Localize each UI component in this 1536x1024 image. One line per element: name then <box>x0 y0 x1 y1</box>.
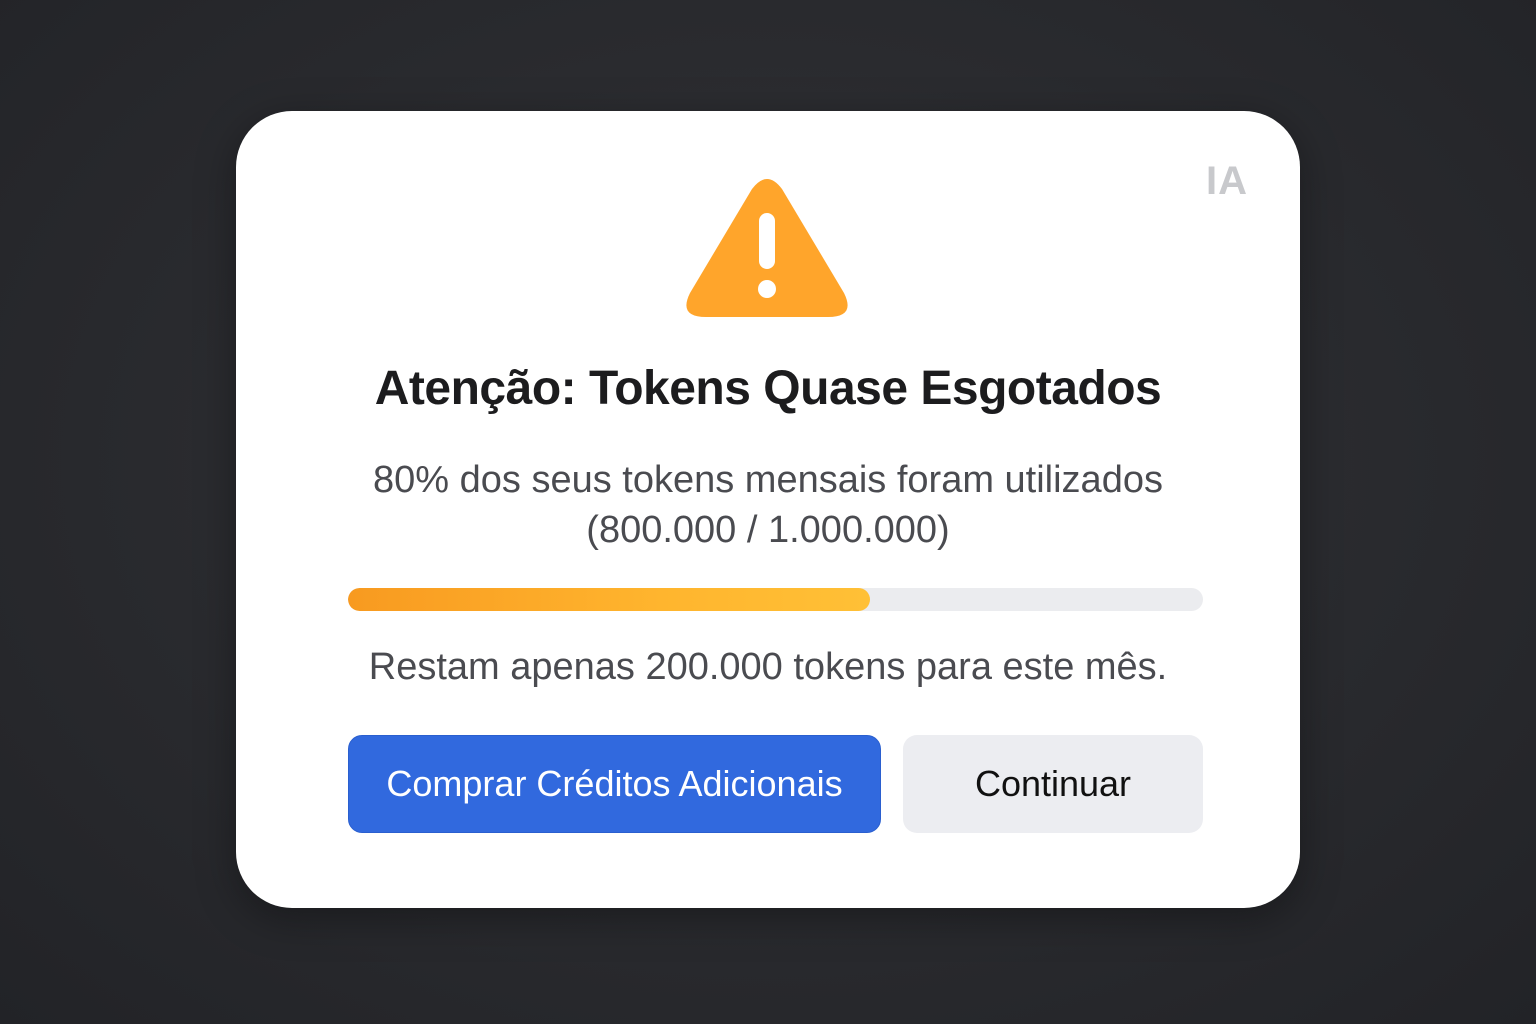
ai-badge: IA <box>1206 159 1248 203</box>
remaining-tokens-text: Restam apenas 200.000 tokens para este m… <box>368 646 1168 688</box>
buy-credits-button[interactable]: Comprar Créditos Adicionais <box>348 735 881 833</box>
token-usage-progress-bar <box>348 588 1203 611</box>
warning-triangle-icon <box>686 179 848 317</box>
progress-fill <box>348 588 870 611</box>
usage-description: 80% dos seus tokens mensais foram utiliz… <box>373 459 1163 551</box>
dialog-title: Atenção: Tokens Quase Esgotados <box>374 362 1162 415</box>
token-warning-dialog: IA Atenção: Tokens Quase Esgotados 80% d… <box>236 111 1300 908</box>
continue-button[interactable]: Continuar <box>903 735 1203 833</box>
